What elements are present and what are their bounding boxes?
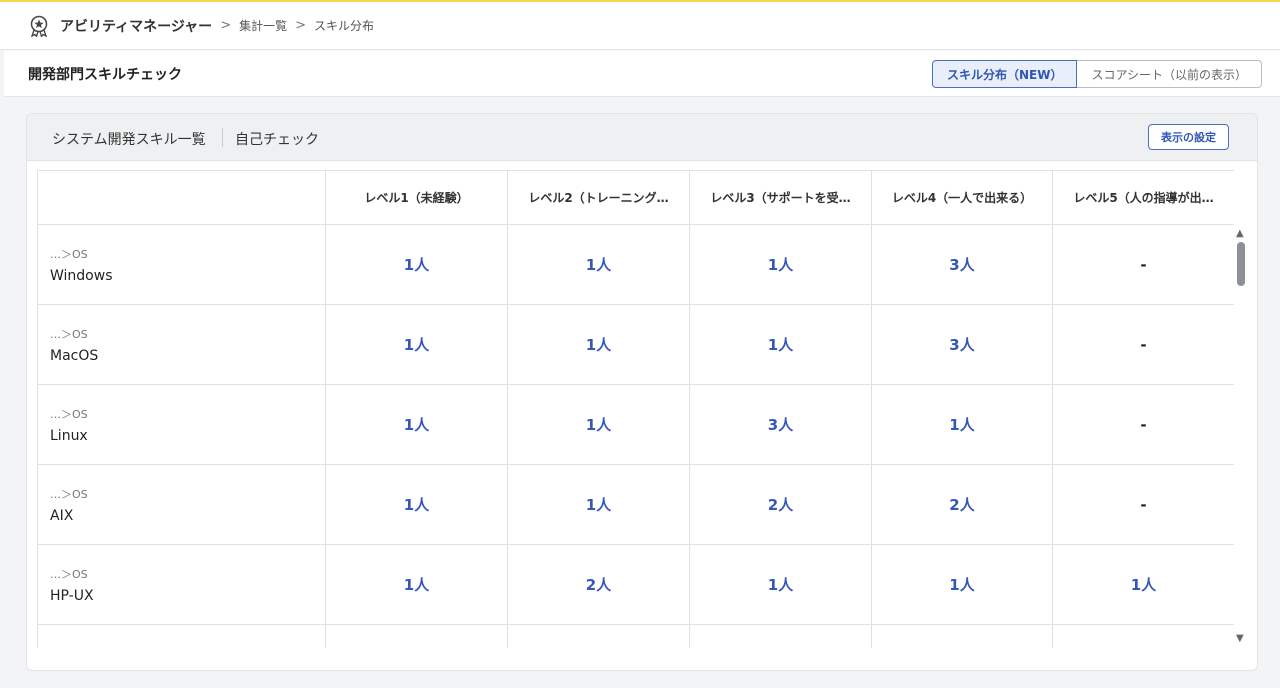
table-row: …＞OS AIX 1人 1人 2人 2人 - xyxy=(37,464,1234,545)
app-header: アビリティマネージャー > 集計一覧 > スキル分布 xyxy=(0,2,1280,50)
skill-distribution-card: システム開発スキル一覧 自己チェック 表示の設定 レベル1（未経験） レベル2（… xyxy=(26,113,1258,671)
award-badge-icon xyxy=(28,15,50,37)
table-row: …＞OS xyxy=(37,624,1234,648)
skill-cell: …＞OS xyxy=(37,624,326,648)
level5-count-cell[interactable]: 1人 xyxy=(1052,544,1234,625)
table-row: …＞OS Linux 1人 1人 3人 1人 - xyxy=(37,384,1234,465)
skill-cell: …＞OS Windows xyxy=(37,224,326,305)
header-divider xyxy=(222,128,223,147)
level2-count-cell[interactable]: 1人 xyxy=(507,224,690,305)
skill-cell: …＞OS AIX xyxy=(37,464,326,545)
skill-category-path: …＞OS xyxy=(50,247,88,261)
skill-category-path: …＞OS xyxy=(50,487,88,501)
level4-count-cell[interactable]: 3人 xyxy=(871,304,1053,385)
skill-category-path: …＞OS xyxy=(50,567,88,581)
table-header-row: レベル1（未経験） レベル2（トレーニング… レベル3（サポートを受… レベル4… xyxy=(37,170,1234,225)
level5-count-cell: - xyxy=(1052,224,1234,305)
column-header-level1: レベル1（未経験） xyxy=(325,170,508,225)
level5-count-cell: - xyxy=(1052,304,1234,385)
skill-distribution-table: レベル1（未経験） レベル2（トレーニング… レベル3（サポートを受… レベル4… xyxy=(37,170,1234,648)
level3-count-cell[interactable]: 1人 xyxy=(689,224,872,305)
triangle-up-icon[interactable]: ▲ xyxy=(1236,228,1244,239)
level3-count-cell[interactable]: 1人 xyxy=(689,304,872,385)
level1-count-cell[interactable]: 1人 xyxy=(325,464,508,545)
skill-cell: …＞OS MacOS xyxy=(37,304,326,385)
level2-count-cell[interactable]: 1人 xyxy=(507,304,690,385)
level5-count-cell: - xyxy=(1052,384,1234,465)
level2-count-cell xyxy=(507,624,690,648)
breadcrumb-separator: > xyxy=(295,18,307,33)
breadcrumb-summary-list[interactable]: 集計一覧 xyxy=(239,17,287,34)
app-name-link[interactable]: アビリティマネージャー xyxy=(60,16,212,36)
column-header-level5: レベル5（人の指導が出… xyxy=(1052,170,1234,225)
skill-distribution-view-button[interactable]: スキル分布（NEW） xyxy=(932,60,1078,88)
triangle-down-icon[interactable]: ▼ xyxy=(1236,633,1244,644)
level3-count-cell[interactable]: 2人 xyxy=(689,464,872,545)
view-toggle: スキル分布（NEW） スコアシート（以前の表示） xyxy=(932,60,1263,88)
breadcrumb-separator: > xyxy=(220,18,232,33)
column-header-level4: レベル4（一人で出来る） xyxy=(871,170,1053,225)
self-check-label: 自己チェック xyxy=(235,132,319,148)
breadcrumb-skill-distribution: スキル分布 xyxy=(314,19,375,33)
table-row: …＞OS Windows 1人 1人 1人 3人 - xyxy=(37,224,1234,305)
card-header: システム開発スキル一覧 自己チェック 表示の設定 xyxy=(27,114,1257,161)
page-title: 開発部門スキルチェック xyxy=(28,67,182,83)
level4-count-cell[interactable]: 3人 xyxy=(871,224,1053,305)
skill-name: MacOS xyxy=(50,347,99,364)
skill-name: AIX xyxy=(50,507,74,524)
level2-count-cell[interactable]: 1人 xyxy=(507,464,690,545)
score-sheet-view-button[interactable]: スコアシート（以前の表示） xyxy=(1077,60,1263,88)
level2-count-cell[interactable]: 1人 xyxy=(507,384,690,465)
skill-category-path: …＞OS xyxy=(50,407,88,421)
skill-cell: …＞OS Linux xyxy=(37,384,326,465)
skill-name: HP-UX xyxy=(50,587,94,604)
level1-count-cell xyxy=(325,624,508,648)
skill-list-label: システム開発スキル一覧 xyxy=(52,132,206,148)
level4-count-cell[interactable]: 1人 xyxy=(871,384,1053,465)
skill-cell: …＞OS HP-UX xyxy=(37,544,326,625)
level5-count-cell: - xyxy=(1052,464,1234,545)
skill-category-path: …＞OS xyxy=(50,327,88,341)
skill-name: Linux xyxy=(50,427,88,444)
level1-count-cell[interactable]: 1人 xyxy=(325,224,508,305)
level3-count-cell[interactable]: 1人 xyxy=(689,544,872,625)
display-settings-button[interactable]: 表示の設定 xyxy=(1148,124,1229,150)
level3-count-cell[interactable]: 3人 xyxy=(689,384,872,465)
skill-name: Windows xyxy=(50,267,113,284)
level1-count-cell[interactable]: 1人 xyxy=(325,304,508,385)
level1-count-cell[interactable]: 1人 xyxy=(325,384,508,465)
scrollbar-thumb[interactable] xyxy=(1237,242,1245,286)
table-row: …＞OS MacOS 1人 1人 1人 3人 - xyxy=(37,304,1234,385)
page-header: 開発部門スキルチェック スキル分布（NEW） スコアシート（以前の表示） xyxy=(4,51,1280,97)
skill-table-scroll[interactable]: レベル1（未経験） レベル2（トレーニング… レベル3（サポートを受… レベル4… xyxy=(37,170,1234,648)
column-header-level3: レベル3（サポートを受… xyxy=(689,170,872,225)
table-row: …＞OS HP-UX 1人 2人 1人 1人 1人 xyxy=(37,544,1234,625)
level4-count-cell xyxy=(871,624,1053,648)
level3-count-cell xyxy=(689,624,872,648)
column-header-level2: レベル2（トレーニング… xyxy=(507,170,690,225)
level1-count-cell[interactable]: 1人 xyxy=(325,544,508,625)
level4-count-cell[interactable]: 2人 xyxy=(871,464,1053,545)
level4-count-cell[interactable]: 1人 xyxy=(871,544,1053,625)
level2-count-cell[interactable]: 2人 xyxy=(507,544,690,625)
level5-count-cell xyxy=(1052,624,1234,648)
column-header-skill xyxy=(37,170,326,225)
